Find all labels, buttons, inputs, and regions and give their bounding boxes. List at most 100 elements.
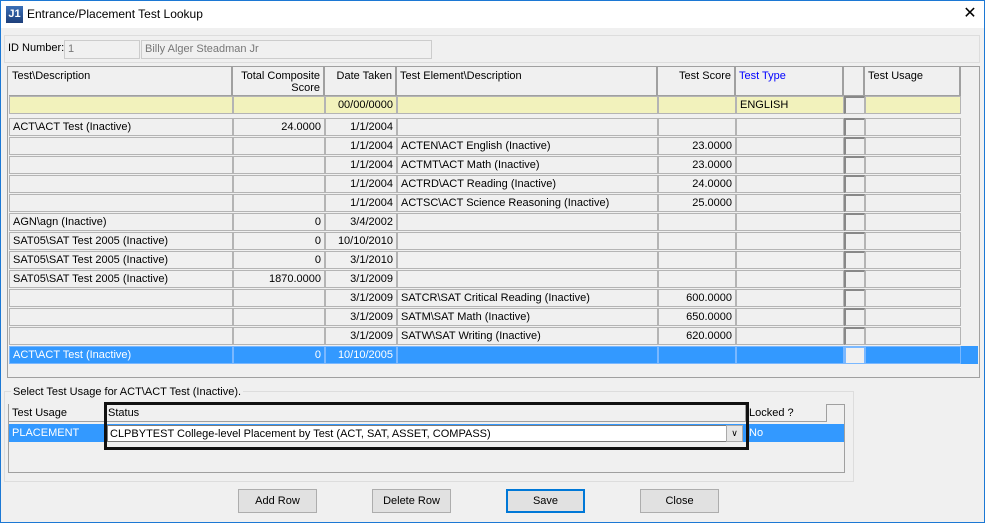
cell-test-score[interactable] <box>658 213 736 231</box>
cell-date-taken[interactable]: 1/1/2004 <box>325 137 397 155</box>
cell-test-score[interactable]: 24.0000 <box>658 175 736 193</box>
header-check[interactable] <box>844 67 865 96</box>
header-test-type[interactable]: Test Type <box>736 67 844 96</box>
cell-test-score[interactable] <box>658 232 736 250</box>
cell-test-usage[interactable] <box>865 270 961 288</box>
cell-test-element[interactable]: ACTRD\ACT Reading (Inactive) <box>397 175 658 193</box>
cell-test-type[interactable] <box>736 308 844 326</box>
cell-total-composite-score[interactable]: 0 <box>233 213 325 231</box>
cell-total-composite-score[interactable] <box>233 194 325 212</box>
cell-test-description[interactable]: AGN\agn (Inactive) <box>9 213 233 231</box>
cell-total-composite-score[interactable]: 0 <box>233 346 325 364</box>
header-test-score[interactable]: Test Score <box>658 67 736 96</box>
cell-test-description[interactable] <box>9 308 233 326</box>
filter-test-element[interactable] <box>397 96 658 114</box>
cell-date-taken[interactable]: 1/1/2004 <box>325 194 397 212</box>
cell-test-description[interactable] <box>9 156 233 174</box>
cell-test-element[interactable] <box>397 346 658 364</box>
cell-test-usage[interactable] <box>865 194 961 212</box>
cell-test-usage[interactable] <box>865 118 961 136</box>
close-button[interactable]: Close <box>640 489 719 513</box>
cell-test-description[interactable] <box>9 327 233 345</box>
cell-test-description[interactable]: ACT\ACT Test (Inactive) <box>9 118 233 136</box>
cell-test-description[interactable] <box>9 137 233 155</box>
cell-test-score[interactable]: 650.0000 <box>658 308 736 326</box>
cell-test-score[interactable]: 25.0000 <box>658 194 736 212</box>
filter-test-score[interactable] <box>658 96 736 114</box>
cell-total-composite-score[interactable]: 0 <box>233 232 325 250</box>
cell-date-taken[interactable]: 3/1/2009 <box>325 327 397 345</box>
cell-total-composite-score[interactable] <box>233 308 325 326</box>
cell-total-composite-score[interactable] <box>233 327 325 345</box>
cell-test-type[interactable] <box>736 175 844 193</box>
cell-test-description[interactable] <box>9 175 233 193</box>
cell-date-taken[interactable]: 3/1/2009 <box>325 308 397 326</box>
cell-test-description[interactable]: ACT\ACT Test (Inactive) <box>9 346 233 364</box>
cell-check[interactable] <box>844 232 865 250</box>
cell-check[interactable] <box>844 156 865 174</box>
delete-row-button[interactable]: Delete Row <box>372 489 451 513</box>
usage-cell-locked[interactable]: No <box>746 424 827 442</box>
cell-test-element[interactable]: ACTMT\ACT Math (Inactive) <box>397 156 658 174</box>
cell-test-score[interactable]: 600.0000 <box>658 289 736 307</box>
usage-header-test-usage[interactable]: Test Usage <box>9 404 105 422</box>
cell-test-description[interactable]: SAT05\SAT Test 2005 (Inactive) <box>9 270 233 288</box>
cell-test-usage[interactable] <box>865 213 961 231</box>
cell-check[interactable] <box>844 308 865 326</box>
cell-total-composite-score[interactable]: 24.0000 <box>233 118 325 136</box>
cell-test-usage[interactable] <box>865 251 961 269</box>
cell-test-usage[interactable] <box>865 156 961 174</box>
cell-date-taken[interactable]: 1/1/2004 <box>325 118 397 136</box>
cell-total-composite-score[interactable] <box>233 289 325 307</box>
cell-test-element[interactable]: SATW\SAT Writing (Inactive) <box>397 327 658 345</box>
cell-test-description[interactable]: SAT05\SAT Test 2005 (Inactive) <box>9 232 233 250</box>
filter-test-usage[interactable] <box>865 96 961 114</box>
cell-test-usage[interactable] <box>865 289 961 307</box>
cell-check[interactable] <box>844 175 865 193</box>
cell-test-type[interactable] <box>736 137 844 155</box>
cell-check[interactable] <box>844 289 865 307</box>
cell-test-description[interactable] <box>9 194 233 212</box>
header-test-usage[interactable]: Test Usage <box>865 67 961 96</box>
cell-test-usage[interactable] <box>865 175 961 193</box>
usage-cell-test-usage[interactable]: PLACEMENT <box>9 424 105 442</box>
cell-total-composite-score[interactable] <box>233 156 325 174</box>
cell-total-composite-score[interactable]: 0 <box>233 251 325 269</box>
cell-date-taken[interactable]: 10/10/2005 <box>325 346 397 364</box>
cell-date-taken[interactable]: 10/10/2010 <box>325 232 397 250</box>
cell-test-type[interactable] <box>736 289 844 307</box>
cell-date-taken[interactable]: 1/1/2004 <box>325 175 397 193</box>
cell-check[interactable] <box>844 118 865 136</box>
cell-test-type[interactable] <box>736 118 844 136</box>
cell-test-element[interactable]: SATM\SAT Math (Inactive) <box>397 308 658 326</box>
cell-test-description[interactable]: SAT05\SAT Test 2005 (Inactive) <box>9 251 233 269</box>
cell-check[interactable] <box>844 194 865 212</box>
cell-check[interactable] <box>844 213 865 231</box>
cell-test-element[interactable]: ACTEN\ACT English (Inactive) <box>397 137 658 155</box>
cell-test-element[interactable] <box>397 270 658 288</box>
add-row-button[interactable]: Add Row <box>238 489 317 513</box>
cell-test-usage[interactable] <box>865 346 961 364</box>
filter-test-type[interactable]: ENGLISH <box>736 96 844 114</box>
cell-test-type[interactable] <box>736 270 844 288</box>
header-date-taken[interactable]: Date Taken <box>325 67 397 96</box>
cell-test-element[interactable] <box>397 251 658 269</box>
filter-check[interactable] <box>844 96 865 114</box>
cell-check[interactable] <box>844 327 865 345</box>
cell-test-type[interactable] <box>736 327 844 345</box>
cell-test-score[interactable] <box>658 270 736 288</box>
cell-check[interactable] <box>844 270 865 288</box>
filter-test-description[interactable] <box>9 96 233 114</box>
cell-test-type[interactable] <box>736 251 844 269</box>
cell-date-taken[interactable]: 3/1/2009 <box>325 270 397 288</box>
cell-test-usage[interactable] <box>865 327 961 345</box>
cell-total-composite-score[interactable] <box>233 175 325 193</box>
cell-test-element[interactable] <box>397 213 658 231</box>
cell-check[interactable] <box>844 346 865 364</box>
cell-test-element[interactable] <box>397 232 658 250</box>
cell-test-element[interactable] <box>397 118 658 136</box>
header-total-composite-score[interactable]: Total Composite Score <box>233 67 325 96</box>
filter-date-taken[interactable]: 00/00/0000 <box>325 96 397 114</box>
save-button[interactable]: Save <box>506 489 585 513</box>
cell-test-type[interactable] <box>736 194 844 212</box>
